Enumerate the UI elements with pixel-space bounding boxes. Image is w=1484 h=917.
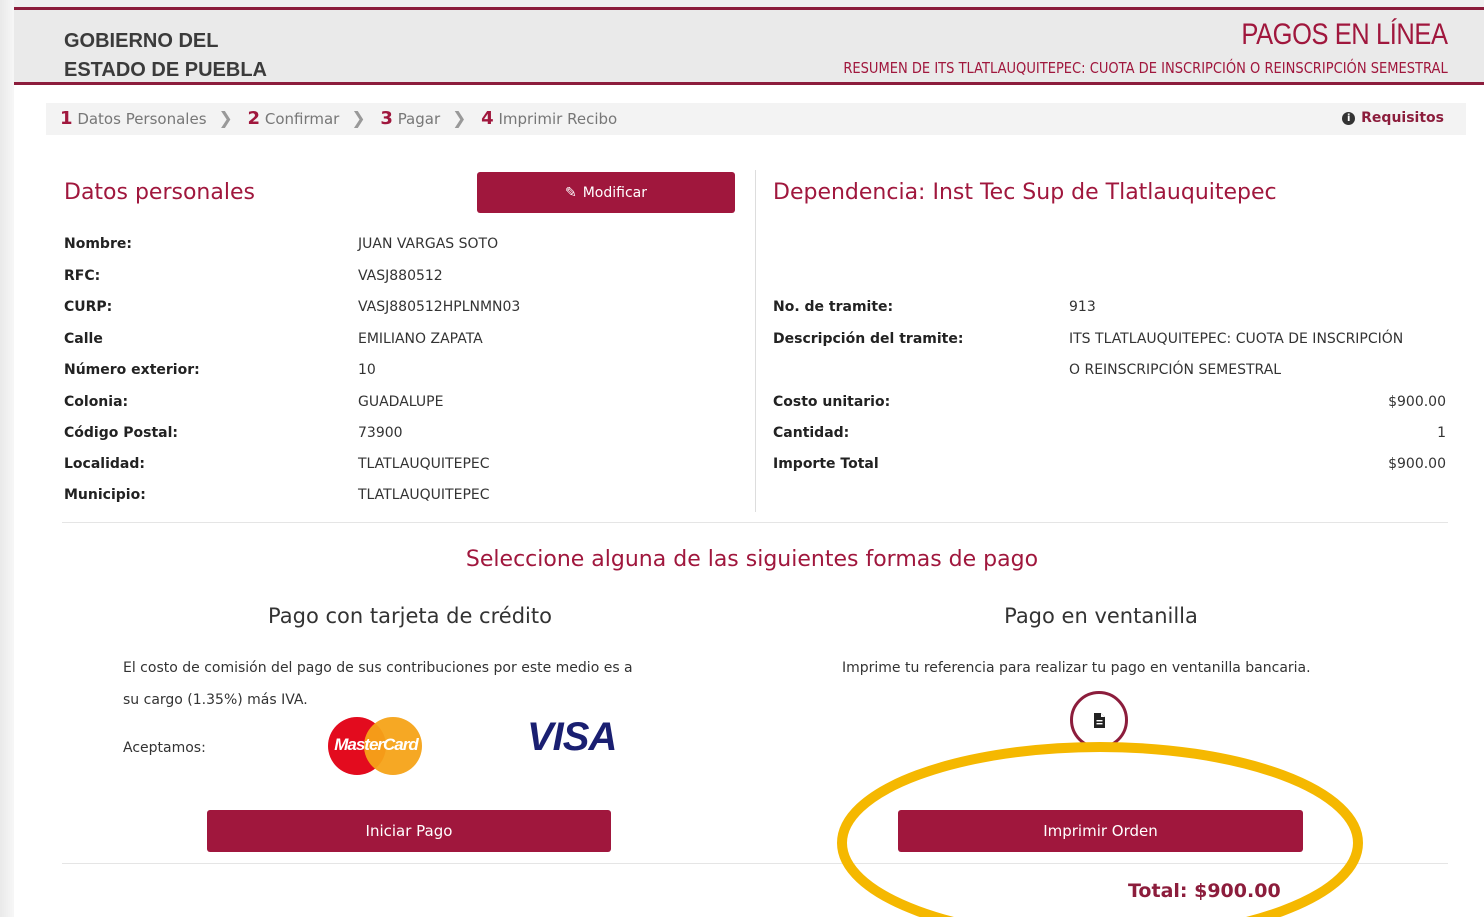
card-payment-title: Pago con tarjeta de crédito (268, 604, 552, 628)
window-payment-text: Imprime tu referencia para realizar tu p… (842, 660, 1311, 676)
descripcion-line-2: O REINSCRIPCIÓN SEMESTRAL (1069, 362, 1282, 378)
info-icon: i (1342, 112, 1356, 125)
tramite-label: No. de tramite: (773, 299, 894, 315)
step-4: 4 Imprimir Recibo (481, 108, 618, 129)
column-divider (755, 170, 756, 512)
importe-value: $900.00 (1388, 456, 1446, 472)
cantidad-label: Cantidad: (773, 425, 850, 441)
field-value: TLATLAUQUITEPEC (358, 456, 490, 472)
field-value: JUAN VARGAS SOTO (358, 236, 499, 252)
field-value: 10 (358, 362, 376, 378)
field-label: Colonia: (64, 394, 129, 410)
field-label: CURP: (64, 299, 113, 315)
highlight-ellipse (837, 742, 1363, 917)
chevron-right-icon: ❯ (351, 109, 366, 129)
field-label: Número exterior: (64, 362, 200, 378)
field-label: Localidad: (64, 456, 145, 472)
field-value: VASJ880512HPLNMN03 (358, 299, 521, 315)
field-value: GUADALUPE (358, 394, 444, 410)
cantidad-value: 1 (1437, 425, 1446, 441)
field-label: Nombre: (64, 236, 132, 252)
section-divider (62, 522, 1448, 523)
steps-breadcrumb: 1 Datos Personales ❯ 2 Confirmar ❯ 3 Pagar… (46, 103, 1466, 135)
card-commission-text-2: su cargo (1.35%) más IVA. (123, 692, 308, 708)
step-1: 1 Datos Personales (60, 108, 207, 129)
requisitos-link[interactable]: i Requisitos (1342, 110, 1444, 126)
iniciar-pago-button[interactable]: Iniciar Pago (207, 810, 611, 852)
mastercard-logo: MasterCard (328, 717, 424, 775)
field-value: 73900 (358, 425, 403, 441)
personal-data-title: Datos personales (64, 180, 255, 205)
chevron-right-icon: ❯ (218, 109, 233, 129)
page-title: PAGOS EN LÍNEA (1241, 18, 1449, 51)
window-payment-title: Pago en ventanilla (1004, 604, 1198, 628)
chevron-right-icon: ❯ (452, 109, 467, 129)
descripcion-line-1: ITS TLATLAUQUITEPEC: CUOTA DE INSCRIPCIÓ… (1069, 331, 1404, 347)
field-label: Calle (64, 331, 103, 347)
field-value: VASJ880512 (358, 268, 443, 284)
gov-line-1: GOBIERNO DEL (64, 30, 219, 52)
field-label: RFC: (64, 268, 101, 284)
payment-options-title: Seleccione alguna de las siguientes form… (465, 547, 1039, 572)
field-value: EMILIANO ZAPATA (358, 331, 483, 347)
field-value: TLATLAUQUITEPEC (358, 487, 490, 503)
costo-label: Costo unitario: (773, 394, 891, 410)
costo-value: $900.00 (1388, 394, 1446, 410)
step-3: 3 Pagar (380, 108, 441, 129)
site-header: GOBIERNO DEL ESTADO DE PUEBLA PAGOS EN L… (14, 7, 1484, 85)
page-shadow (0, 0, 14, 917)
importe-label: Importe Total (773, 456, 879, 472)
page-subtitle: RESUMEN DE ITS TLATLAUQUITEPEC: CUOTA DE… (843, 59, 1448, 77)
gov-line-2: ESTADO DE PUEBLA (64, 59, 267, 81)
aceptamos-label: Aceptamos: (123, 740, 206, 756)
field-label: Código Postal: (64, 425, 178, 441)
field-label: Municipio: (64, 487, 146, 503)
dependencia-title: Dependencia: Inst Tec Sup de Tlatlauquit… (773, 180, 1277, 205)
government-logo-text: GOBIERNO DEL ESTADO DE PUEBLA (64, 27, 267, 85)
modify-button[interactable]: ✎ Modificar (477, 172, 735, 213)
pencil-icon: ✎ (564, 184, 577, 201)
tramite-value: 913 (1069, 299, 1096, 315)
visa-logo: VISA (527, 715, 617, 759)
top-rule (14, 0, 1484, 7)
step-2: 2 Confirmar (247, 108, 340, 129)
descripcion-label: Descripción del tramite: (773, 331, 964, 347)
card-commission-text-1: El costo de comisión del pago de sus con… (123, 660, 633, 676)
